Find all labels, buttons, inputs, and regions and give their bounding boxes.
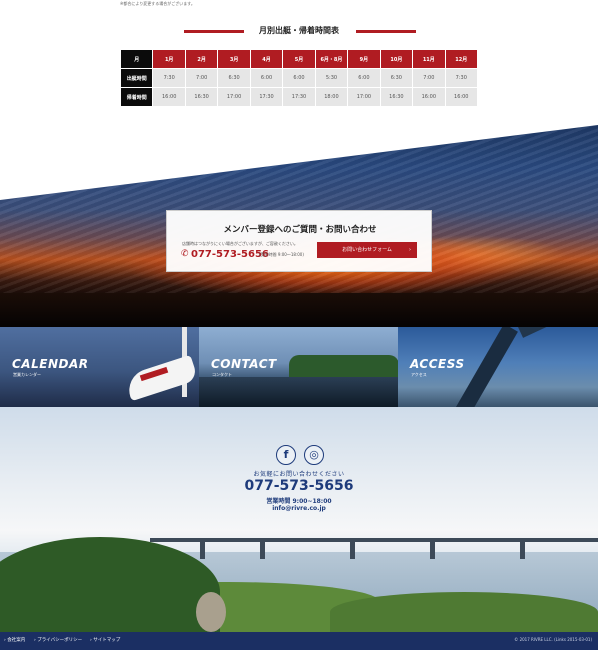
table-row: 出艇時間 7:30 7:00 6:30 6:00 6:00 5:30 6:00 …	[119, 68, 479, 88]
month-header: 2月	[184, 49, 219, 69]
tile-title: CONTACT	[211, 357, 277, 371]
schedule-header-row: 月 1月 2月 3月 4月 5月 6月・8月 9月 10月 11月 12月	[119, 49, 479, 69]
table-cell: 7:30	[152, 68, 186, 88]
table-cell: 6:00	[282, 68, 316, 88]
table-cell: 16:00	[412, 87, 446, 107]
table-cell: 18:00	[314, 87, 349, 107]
bridge-pier	[260, 542, 265, 559]
table-cell: 6:30	[379, 68, 414, 88]
footer-bar: › 会社案内 › プライバシーポリシー › サイトマップ © 2017 RIVR…	[0, 632, 598, 650]
tile-calendar[interactable]: CALENDAR 営業カレンダー	[0, 327, 199, 407]
park-lawn-right	[330, 592, 598, 632]
link-tiles: CALENDAR 営業カレンダー CONTACT コンタクト ACCESS アク…	[0, 327, 598, 407]
copyright: © 2017 RIVRE LLC. (Links 2015-03-01)	[514, 637, 592, 642]
table-cell: 16:00	[444, 87, 479, 107]
tile-contact[interactable]: CONTACT コンタクト	[199, 327, 398, 407]
month-header: 9月	[347, 49, 381, 69]
bridge-deck	[150, 538, 598, 542]
table-cell: 6:30	[217, 68, 251, 88]
footer-lead: お気軽にお問い合わせください	[253, 471, 345, 478]
table-row: 帰着時間 16:00 16:30 17:00 17:30 17:30 18:00…	[119, 87, 479, 107]
park-path	[196, 592, 226, 632]
table-cell: 17:00	[347, 87, 381, 107]
tile-subtitle: アクセス	[411, 372, 427, 377]
tile-access[interactable]: ACCESS アクセス	[398, 327, 598, 407]
table-cell: 7:00	[184, 68, 219, 88]
footer-hours: 営業時間 9:00~18:00	[266, 498, 332, 505]
month-header: 1月	[152, 49, 186, 69]
schedule-table: 月 1月 2月 3月 4月 5月 6月・8月 9月 10月 11月 12月 出艇…	[119, 49, 479, 107]
trees-image	[289, 355, 398, 377]
table-cell: 7:30	[444, 68, 479, 88]
facebook-icon[interactable]: f	[276, 445, 296, 465]
header-corner: 月	[119, 49, 154, 69]
bridge-pier	[350, 542, 355, 559]
bridge-deck-image	[518, 327, 598, 338]
tile-subtitle: 営業カレンダー	[13, 372, 41, 377]
footer-link-privacy[interactable]: › プライバシーポリシー	[34, 637, 82, 643]
table-cell: 16:30	[184, 87, 219, 107]
contact-form-button[interactable]: お問い合わせフォーム ›	[317, 242, 417, 258]
table-cell: 7:00	[412, 68, 446, 88]
table-cell: 17:00	[217, 87, 251, 107]
row-label-return: 帰着時間	[119, 87, 154, 107]
table-cell: 6:00	[249, 68, 284, 88]
inquiry-note: 店舗時はつながりにくい場合がございますが、ご容赦ください。	[182, 241, 298, 246]
boat-image	[123, 354, 199, 402]
tile-title: CALENDAR	[12, 357, 89, 371]
heading-rule-right	[356, 30, 416, 33]
inquiry-hours: (受付時間 9:00～18:00)	[259, 252, 304, 257]
bridge-pier	[520, 542, 525, 559]
tile-subtitle: コンタクト	[212, 372, 232, 377]
schedule-heading: 月別出艇・帰着時間表	[0, 24, 598, 38]
footer-link-company[interactable]: › 会社案内	[4, 637, 25, 643]
row-label-departure: 出艇時間	[119, 68, 154, 88]
marina-image	[199, 377, 398, 407]
month-header: 5月	[282, 49, 316, 69]
table-cell: 5:30	[314, 68, 349, 88]
schedule-note: ※都合により変更する場合がございます。	[120, 1, 195, 6]
footer-link-sitemap[interactable]: › サイトマップ	[90, 637, 120, 643]
phone-icon: ✆	[181, 249, 189, 259]
table-cell: 16:30	[379, 87, 414, 107]
schedule-title: 月別出艇・帰着時間表	[259, 26, 339, 35]
instagram-icon[interactable]: ◎	[304, 445, 324, 465]
month-header: 4月	[249, 49, 284, 69]
bridge-pier	[430, 542, 435, 559]
month-header: 6月・8月	[314, 49, 349, 69]
member-inquiry-box: メンバー登録へのご質問・お問い合わせ 店舗時はつながりにくい場合がございますが、…	[166, 210, 432, 272]
inquiry-title: メンバー登録へのご質問・お問い合わせ	[223, 225, 377, 235]
month-header: 10月	[379, 49, 414, 69]
lake-bridge-photo	[0, 407, 598, 632]
table-cell: 6:00	[347, 68, 381, 88]
footer-phone[interactable]: 077-573-5656	[0, 478, 598, 494]
inquiry-phone[interactable]: 077-573-5656	[191, 249, 269, 260]
month-header: 11月	[412, 49, 446, 69]
footer-email[interactable]: info@rivre.co.jp	[0, 505, 598, 512]
month-header: 3月	[217, 49, 251, 69]
table-cell: 17:30	[282, 87, 316, 107]
table-cell: 16:00	[152, 87, 186, 107]
page: ※都合により変更する場合がございます。 月別出艇・帰着時間表 月 1月 2月 3…	[0, 0, 598, 650]
chevron-right-icon: ›	[409, 247, 411, 253]
bridge-pier	[200, 542, 205, 559]
table-cell: 17:30	[249, 87, 284, 107]
month-header: 12月	[444, 49, 479, 69]
contact-form-button-label: お問い合わせフォーム	[342, 247, 392, 253]
tile-title: ACCESS	[410, 357, 465, 371]
